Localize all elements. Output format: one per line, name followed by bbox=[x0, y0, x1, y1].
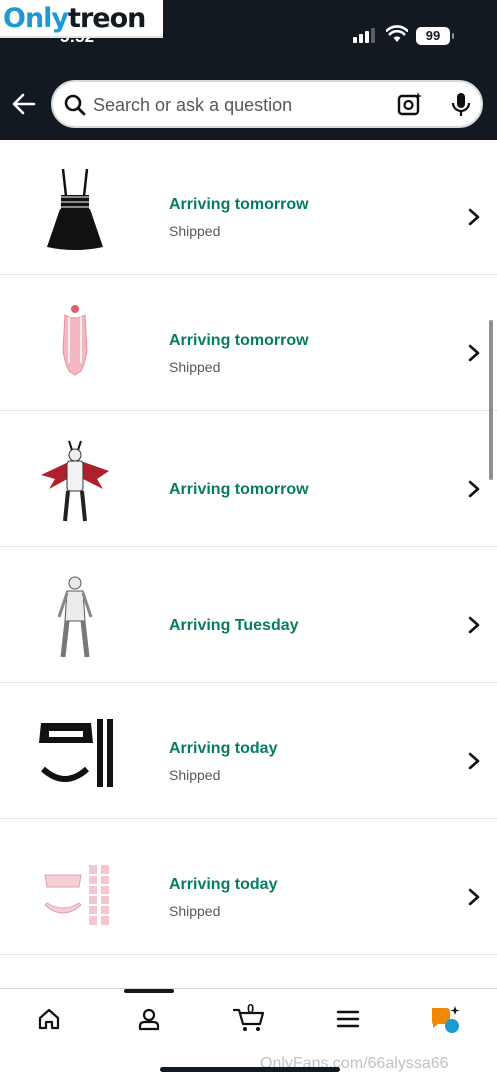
cell-signal-icon bbox=[353, 28, 375, 43]
search-icon bbox=[64, 94, 86, 116]
order-row[interactable]: Arriving today Shipped bbox=[0, 820, 497, 955]
product-thumbnail bbox=[41, 440, 109, 522]
orders-list: Arriving tomorrow Shipped Arriving tomor… bbox=[0, 140, 497, 988]
menu-icon bbox=[336, 1010, 360, 1028]
watermark-logo: Only treon bbox=[0, 0, 163, 38]
chevron-right-icon[interactable] bbox=[467, 479, 481, 499]
nav-menu[interactable] bbox=[328, 999, 368, 1039]
home-icon bbox=[38, 1008, 60, 1030]
order-row[interactable] bbox=[0, 956, 497, 988]
product-thumbnail bbox=[62, 305, 88, 376]
chevron-right-icon[interactable] bbox=[467, 207, 481, 227]
delivery-status: Arriving today bbox=[169, 876, 278, 893]
order-row[interactable]: Arriving Tuesday bbox=[0, 548, 497, 683]
search-bar[interactable] bbox=[51, 80, 483, 128]
delivery-status: Arriving tomorrow bbox=[169, 481, 309, 498]
battery-indicator: 99 bbox=[416, 27, 454, 45]
chevron-right-icon[interactable] bbox=[467, 751, 481, 771]
home-indicator bbox=[160, 1067, 340, 1072]
back-arrow-icon[interactable] bbox=[10, 90, 38, 118]
shipping-status: Shipped bbox=[169, 903, 221, 919]
chevron-right-icon[interactable] bbox=[467, 343, 481, 363]
scrollbar[interactable] bbox=[489, 320, 493, 480]
wifi-icon bbox=[386, 25, 408, 42]
order-row[interactable]: Arriving tomorrow Shipped bbox=[0, 276, 497, 411]
cart-count: 0 bbox=[247, 1001, 255, 1016]
delivery-status: Arriving tomorrow bbox=[169, 332, 309, 349]
active-tab-indicator bbox=[124, 989, 174, 993]
order-row[interactable]: Arriving tomorrow Shipped bbox=[0, 140, 497, 275]
product-thumbnail bbox=[47, 168, 103, 250]
account-icon bbox=[138, 1008, 160, 1031]
chevron-right-icon[interactable] bbox=[467, 887, 481, 907]
microphone-icon[interactable] bbox=[450, 91, 472, 119]
shipping-status: Shipped bbox=[169, 767, 221, 783]
nav-home[interactable] bbox=[29, 999, 69, 1039]
shipping-status: Shipped bbox=[169, 359, 221, 375]
product-thumbnail bbox=[57, 576, 93, 658]
rufus-icon bbox=[432, 1006, 460, 1033]
search-input[interactable] bbox=[93, 91, 373, 119]
delivery-status: Arriving Tuesday bbox=[169, 617, 299, 634]
nav-account[interactable] bbox=[129, 999, 169, 1039]
chevron-right-icon[interactable] bbox=[467, 615, 481, 635]
order-row[interactable]: Arriving tomorrow bbox=[0, 412, 497, 547]
product-thumbnail bbox=[44, 865, 109, 925]
delivery-status: Arriving today bbox=[169, 740, 278, 757]
product-thumbnail bbox=[39, 719, 113, 787]
delivery-status: Arriving tomorrow bbox=[169, 196, 309, 213]
shipping-status: Shipped bbox=[169, 223, 221, 239]
camera-search-icon[interactable] bbox=[397, 91, 423, 117]
order-row[interactable]: Arriving today Shipped bbox=[0, 684, 497, 819]
nav-rufus[interactable] bbox=[425, 999, 465, 1039]
